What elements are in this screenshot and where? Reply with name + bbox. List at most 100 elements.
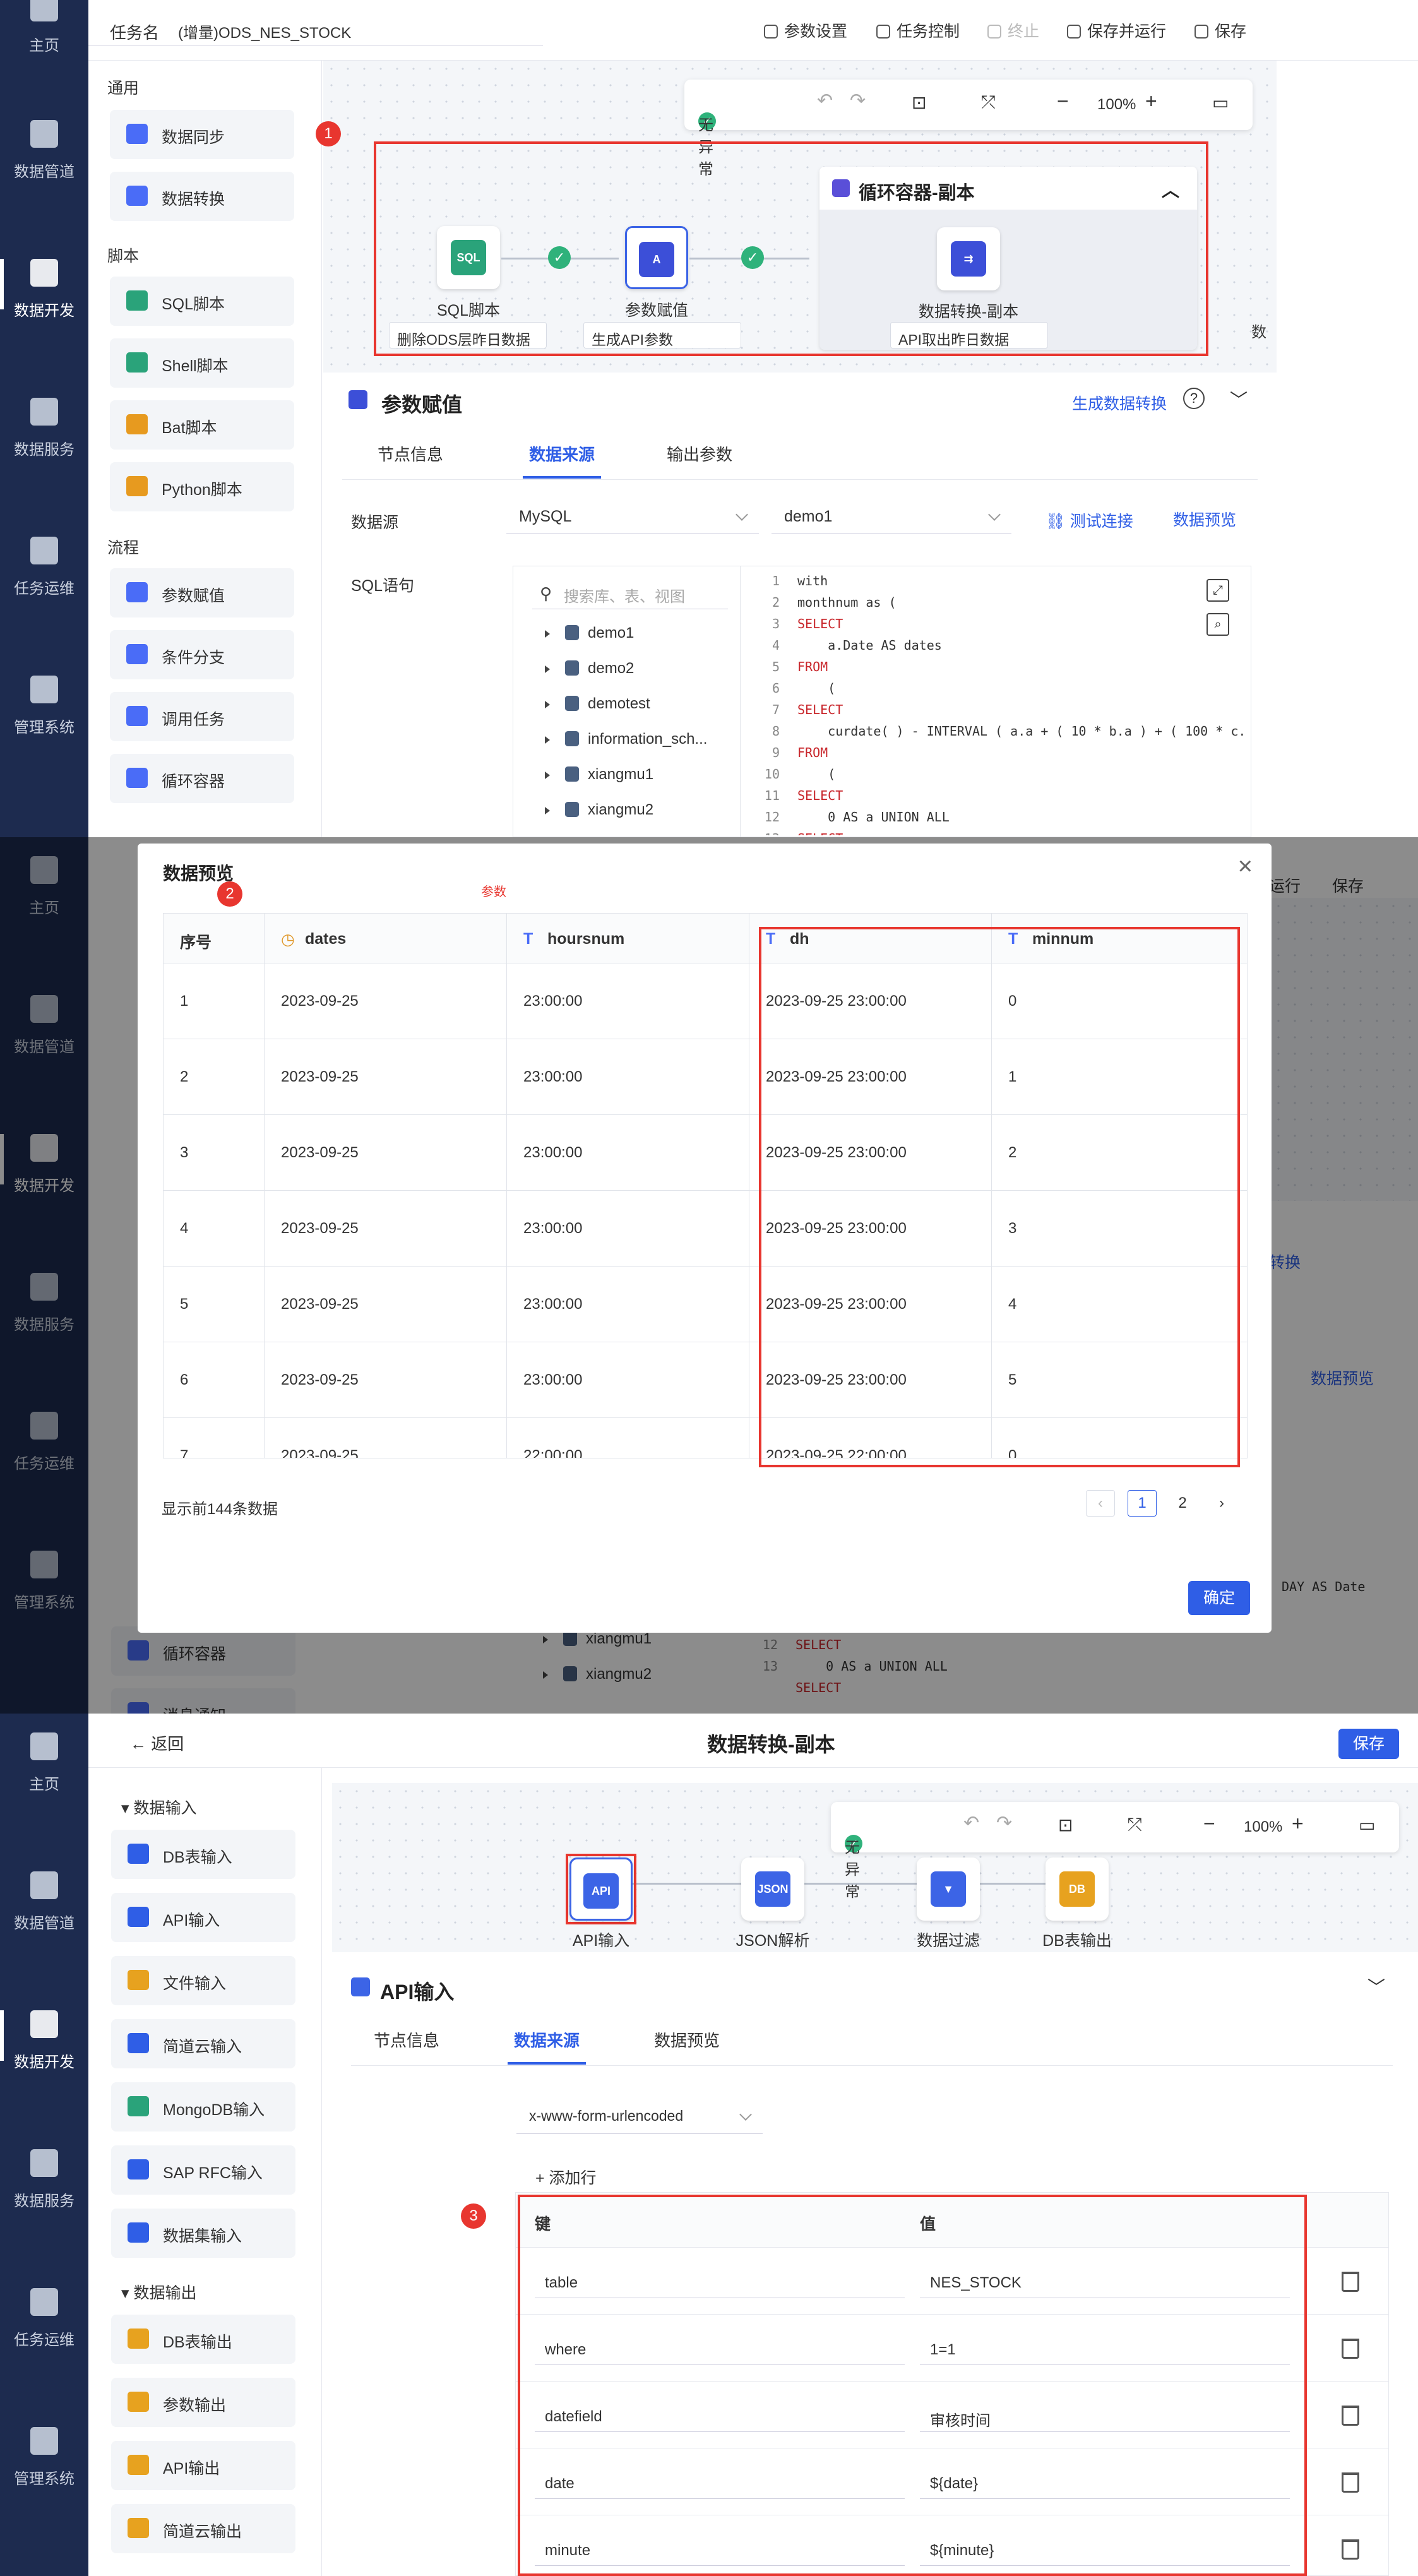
tab-preview[interactable]: 数据预览 (654, 2028, 720, 2051)
data-preview-link[interactable]: 数据预览 (1173, 508, 1236, 530)
tree-item[interactable]: xiangmu2 (545, 801, 653, 819)
lib-item-input[interactable]: MongoDB输入 (111, 2082, 295, 2132)
expand-editor-icon[interactable]: ⤢ (1206, 579, 1229, 602)
loop-container[interactable]: 循环容器-副本 ︿ ⇉ 数据转换-副本 API取出昨日数据 (819, 167, 1197, 350)
node-sql-desc[interactable]: 删除ODS层昨日数据 (389, 322, 547, 349)
lib-section-input[interactable]: ▾ 数据输入 (121, 1796, 197, 1818)
minimap-icon[interactable]: ▭ (1212, 92, 1229, 113)
node-transform[interactable]: ⇉ (937, 227, 1000, 290)
lib-item-transform[interactable]: 数据转换 (110, 172, 294, 221)
lib-item-output[interactable]: API输出 (111, 2441, 295, 2490)
collapse-icon[interactable]: ︿ (1162, 177, 1179, 202)
minimap-icon[interactable]: ▭ (1359, 1815, 1375, 1835)
redo-icon[interactable]: ↷ (850, 90, 866, 112)
nav-home[interactable]: 主页 (0, 0, 88, 69)
nav-dev[interactable]: 数据开发 (0, 240, 88, 335)
tree-item[interactable]: demo1 (545, 624, 634, 642)
gen-transform-link[interactable]: 生成数据转换 (1072, 391, 1167, 414)
lib-item-python[interactable]: Python脚本 (110, 462, 294, 511)
format-icon[interactable]: ⌕ (1206, 613, 1229, 636)
lib-item-output[interactable]: 简道云输出 (111, 2504, 295, 2553)
tab-datasource[interactable]: 数据来源 (522, 442, 602, 479)
close-icon[interactable]: × (1238, 852, 1253, 881)
save-button[interactable]: 保存 (1338, 1729, 1399, 1759)
flow-canvas[interactable]: ✓ 无异常 ↶ ↷ ⊡ ⤱ − 100% + ▭ API API输入 JSON J… (332, 1783, 1418, 1952)
lib-item-assign[interactable]: 参数赋值 (110, 568, 294, 617)
stop-button[interactable]: 终止 (987, 19, 1039, 42)
lib-item-input[interactable]: DB表输入 (111, 1830, 295, 1879)
test-connection-link[interactable]: ⛓ 测试连接 (1046, 509, 1133, 532)
layout-icon[interactable]: ⤱ (981, 92, 995, 113)
tab-node-info[interactable]: 节点信息 (378, 442, 443, 465)
add-row-button[interactable]: + 添加行 (535, 2166, 597, 2188)
page-1-button[interactable]: 1 (1128, 1490, 1157, 1517)
node-filter[interactable]: ▼ (917, 1857, 980, 1921)
lib-item-invoke[interactable]: 调用任务 (110, 692, 294, 741)
zoom-in-icon[interactable]: + (1145, 90, 1157, 113)
lib-section-output[interactable]: ▾ 数据输出 (121, 2281, 197, 2303)
nav-admin[interactable]: 管理系统 (0, 657, 88, 751)
lib-item-sql[interactable]: SQL脚本 (110, 277, 294, 326)
task-name-field[interactable]: (增量)ODS_NES_STOCK (88, 14, 543, 45)
nav-pipeline[interactable]: 数据管道 (0, 101, 88, 196)
lib-item-input[interactable]: 文件输入 (111, 1956, 295, 2005)
lib-item-sync[interactable]: 数据同步 (110, 110, 294, 159)
node-sql[interactable]: SQL (437, 226, 500, 289)
next-page-button[interactable]: › (1207, 1490, 1236, 1517)
node-assign[interactable]: A (625, 226, 688, 289)
zoom-in-icon[interactable]: + (1292, 1812, 1304, 1835)
trash-icon[interactable] (1342, 2339, 1359, 2359)
save-button[interactable]: 保存 (1195, 19, 1246, 42)
layout-icon[interactable]: ⤱ (1128, 1815, 1141, 1835)
zoom-out-icon[interactable]: − (1057, 90, 1069, 113)
page-2-button[interactable]: 2 (1168, 1490, 1197, 1517)
nav-dev[interactable]: 数据开发 (0, 1991, 88, 2086)
node-json-parse[interactable]: JSON (741, 1857, 804, 1921)
content-type-select[interactable]: x-www-form-urlencoded (516, 2099, 763, 2134)
confirm-button[interactable]: 确定 (1188, 1581, 1250, 1615)
tab-datasource[interactable]: 数据来源 (507, 2028, 587, 2065)
lib-item-input[interactable]: SAP RFC输入 (111, 2145, 295, 2195)
nav-admin[interactable]: 管理系统 (0, 2408, 88, 2503)
undo-icon[interactable]: ↶ (817, 90, 833, 112)
lib-item-bat[interactable]: Bat脚本 (110, 400, 294, 450)
trash-icon[interactable] (1342, 2406, 1359, 2426)
nav-home[interactable]: 主页 (0, 1714, 88, 1808)
back-button[interactable]: ← 返回 (130, 1731, 184, 1755)
tree-item[interactable]: demotest (545, 695, 650, 713)
prev-page-button[interactable]: ‹ (1086, 1490, 1115, 1517)
tab-node-info[interactable]: 节点信息 (374, 2028, 439, 2051)
chevron-down-icon[interactable]: ﹀ (1230, 386, 1248, 412)
node-db-output[interactable]: DB (1046, 1857, 1109, 1921)
nav-ops[interactable]: 任务运维 (0, 518, 88, 612)
save-run-button[interactable]: 保存并运行 (1067, 19, 1166, 42)
control-button[interactable]: 任务控制 (876, 19, 960, 42)
help-icon[interactable]: ? (1183, 388, 1205, 409)
fit-icon[interactable]: ⊡ (1058, 1815, 1073, 1835)
zoom-out-icon[interactable]: − (1203, 1812, 1215, 1835)
trash-icon[interactable] (1342, 2272, 1359, 2292)
lib-item-output[interactable]: DB表输出 (111, 2315, 295, 2364)
node-transform-desc[interactable]: API取出昨日数据 (890, 322, 1048, 349)
undo-icon[interactable]: ↶ (963, 1812, 979, 1834)
redo-icon[interactable]: ↷ (996, 1812, 1012, 1834)
db-type-select[interactable]: MySQL (506, 499, 759, 534)
chevron-down-icon[interactable]: ﹀ (1367, 1974, 1385, 1999)
sql-code-area[interactable]: 1 with 2 monthnum as (3 SELECT 4 a.Date AS da… (753, 570, 1246, 835)
lib-item-branch[interactable]: 条件分支 (110, 630, 294, 679)
lib-item-input[interactable]: 简道云输入 (111, 2019, 295, 2068)
nav-service[interactable]: 数据服务 (0, 379, 88, 474)
lib-item-input[interactable]: 数据集输入 (111, 2209, 295, 2258)
fit-icon[interactable]: ⊡ (912, 92, 926, 113)
lib-item-loop[interactable]: 循环容器 (110, 754, 294, 803)
lib-item-shell[interactable]: Shell脚本 (110, 338, 294, 388)
trash-icon[interactable] (1342, 2539, 1359, 2560)
params-button[interactable]: 参数设置 (764, 19, 847, 42)
tree-item[interactable]: demo2 (545, 660, 634, 677)
node-assign-desc[interactable]: 生成API参数 (583, 322, 741, 349)
node-api-input[interactable]: API (569, 1857, 633, 1921)
tree-item[interactable]: xiangmu1 (545, 766, 653, 784)
trash-icon[interactable] (1342, 2472, 1359, 2493)
nav-ops[interactable]: 任务运维 (0, 2269, 88, 2364)
flow-canvas[interactable]: ✓ 无异常 ↶ ↷ ⊡ ⤱ − 100% + ▭ 1 SQL SQL脚本 删除OD… (316, 61, 1277, 373)
